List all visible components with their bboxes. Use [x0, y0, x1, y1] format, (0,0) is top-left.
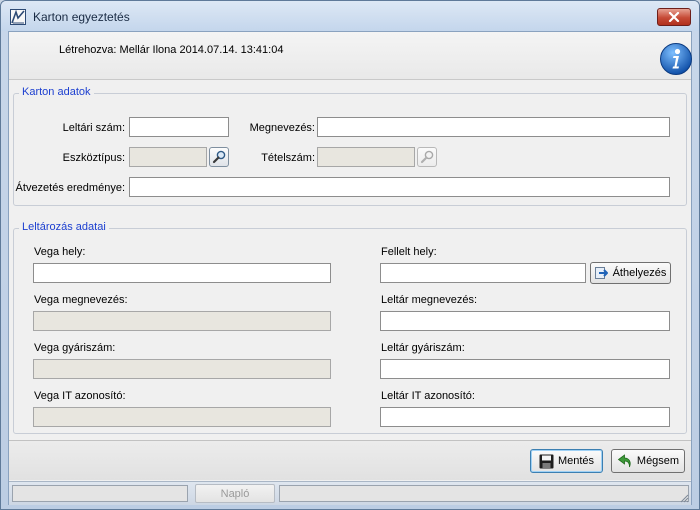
vega-hely-label: Vega hely: [34, 246, 86, 258]
vega-gyariszam-label: Vega gyáriszám: [34, 342, 116, 354]
undo-arrow-icon [617, 453, 631, 467]
resize-grip-icon[interactable] [679, 493, 689, 503]
title-bar[interactable]: Karton egyeztetés [1, 1, 699, 31]
close-icon [668, 12, 680, 22]
megnevezes-input[interactable] [317, 117, 670, 137]
header-panel: Létrehozva: Mellár Ilona 2014.07.14. 13:… [9, 32, 693, 80]
eszkoztipus-input [129, 147, 207, 167]
vega-megnevezes-label: Vega megnevezés: [34, 294, 128, 306]
leltarozas-adatai-group: Leltározás adatai [13, 221, 687, 434]
leltarozas-adatai-title: Leltározás adatai [19, 221, 109, 233]
cancel-button[interactable]: Mégsem [611, 449, 685, 473]
vega-it-azonosito-input [33, 407, 331, 427]
magnifier-icon [212, 150, 226, 164]
close-button[interactable] [657, 8, 691, 26]
naplo-button[interactable]: Napló [195, 484, 275, 503]
status-bar: Napló [9, 481, 691, 505]
leltar-it-azonosito-input[interactable] [380, 407, 670, 427]
atvezetes-eredmenye-label: Átvezetés eredménye: [15, 182, 125, 194]
cancel-label: Mégsem [636, 455, 680, 467]
megnevezes-label: Megnevezés: [249, 122, 315, 134]
status-panel-left [12, 485, 188, 502]
tetelszam-input [317, 147, 415, 167]
app-logo-icon [10, 9, 26, 25]
status-panel-right [279, 485, 689, 502]
window-title: Karton egyeztetés [33, 10, 130, 24]
vega-it-azonosito-label: Vega IT azonosító: [34, 390, 126, 402]
fellelt-hely-input[interactable] [380, 263, 586, 283]
magnifier-icon [420, 150, 434, 164]
save-label: Mentés [557, 455, 595, 467]
leltari-szam-label: Leltári szám: [62, 122, 125, 134]
atvezetes-eredmenye-input[interactable] [129, 177, 670, 197]
fellelt-hely-label: Fellelt hely: [381, 246, 437, 258]
leltar-megnevezes-label: Leltár megnevezés: [381, 294, 477, 306]
leltar-gyariszam-label: Leltár gyáriszám: [381, 342, 465, 354]
leltar-it-azonosito-label: Leltár IT azonosító: [381, 390, 475, 402]
floppy-disk-icon [539, 454, 554, 468]
move-arrow-icon [594, 267, 608, 279]
leltari-szam-input[interactable] [129, 117, 229, 137]
tetelszam-label: Tételszám: [261, 152, 315, 164]
window: Karton egyeztetés Létrehozva: Mellár Ilo… [0, 0, 700, 510]
vega-hely-input[interactable] [33, 263, 331, 283]
athelyezes-button[interactable]: Áthelyezés [590, 262, 671, 284]
naplo-label: Napló [220, 487, 250, 500]
vega-megnevezes-input [33, 311, 331, 331]
dialog-client: Létrehozva: Mellár Ilona 2014.07.14. 13:… [8, 31, 692, 505]
karton-adatok-title: Karton adatok [19, 86, 94, 98]
info-icon[interactable] [659, 42, 693, 76]
leltar-gyariszam-input[interactable] [380, 359, 670, 379]
leltar-megnevezes-input[interactable] [380, 311, 670, 331]
created-by-label: Létrehozva: Mellár Ilona 2014.07.14. 13:… [59, 44, 284, 56]
athelyezes-label: Áthelyezés [612, 267, 667, 279]
eszkoztipus-label: Eszköztípus: [62, 152, 125, 164]
eszkoztipus-lookup-button[interactable] [209, 147, 229, 167]
save-button[interactable]: Mentés [530, 449, 603, 473]
footer-panel: Mentés Mégsem [9, 440, 691, 480]
tetelszam-lookup-button[interactable] [417, 147, 437, 167]
vega-gyariszam-input [33, 359, 331, 379]
